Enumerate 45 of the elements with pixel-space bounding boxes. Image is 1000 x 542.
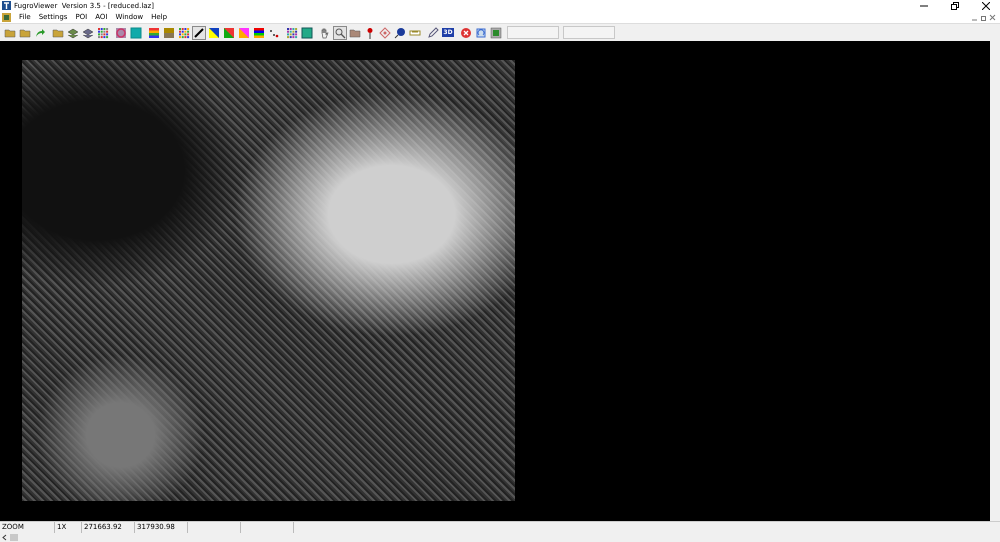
- map-icon: [490, 26, 502, 38]
- toolbar-button[interactable]: [285, 26, 299, 40]
- folder-icon: [349, 26, 361, 38]
- pencil-icon: [427, 26, 439, 38]
- arrow-icon: [34, 26, 46, 38]
- toolbar-button[interactable]: [426, 26, 440, 40]
- restore-icon: [951, 2, 959, 10]
- grid-icon: [97, 26, 109, 38]
- stripes-icon: [148, 26, 160, 38]
- layers-icon: [67, 26, 79, 38]
- folder-icon: [52, 26, 64, 38]
- hand-icon: [319, 26, 331, 38]
- toolbar-button[interactable]: [207, 26, 221, 40]
- toolbar-button[interactable]: [252, 26, 266, 40]
- toolbar-button[interactable]: [333, 26, 347, 40]
- toolbar-button[interactable]: [300, 26, 314, 40]
- toolbar-field[interactable]: [563, 26, 615, 39]
- scroll-thumb[interactable]: [10, 534, 18, 541]
- toolbar-button[interactable]: [192, 26, 206, 40]
- line-icon: [193, 26, 205, 38]
- triangle-icon: [238, 26, 250, 38]
- close-icon: [982, 2, 990, 10]
- folder-icon: [19, 26, 31, 38]
- grid-icon: [286, 26, 298, 38]
- square-icon: [301, 26, 313, 38]
- toolbar-button[interactable]: [96, 26, 110, 40]
- search-icon: [334, 26, 346, 38]
- pattern-icon: [115, 26, 127, 38]
- square-icon: [130, 26, 142, 38]
- layers-icon: [82, 26, 94, 38]
- triangle-icon: [223, 26, 235, 38]
- grid-icon: [178, 26, 190, 38]
- document-icon: [2, 12, 11, 22]
- vertical-scrollbar[interactable]: [990, 41, 1000, 521]
- folder-icon: [4, 26, 16, 38]
- triangle-icon: [208, 26, 220, 38]
- toolbar-button[interactable]: [147, 26, 161, 40]
- close-icon: [989, 14, 996, 20]
- restore-icon: [980, 14, 987, 20]
- toolbar-field[interactable]: [507, 26, 559, 39]
- stop-icon: [460, 26, 472, 38]
- stripes-icon: [163, 26, 175, 38]
- stripes-icon: [253, 26, 265, 38]
- toolbar-button[interactable]: [177, 26, 191, 40]
- diamond-icon: [379, 26, 391, 38]
